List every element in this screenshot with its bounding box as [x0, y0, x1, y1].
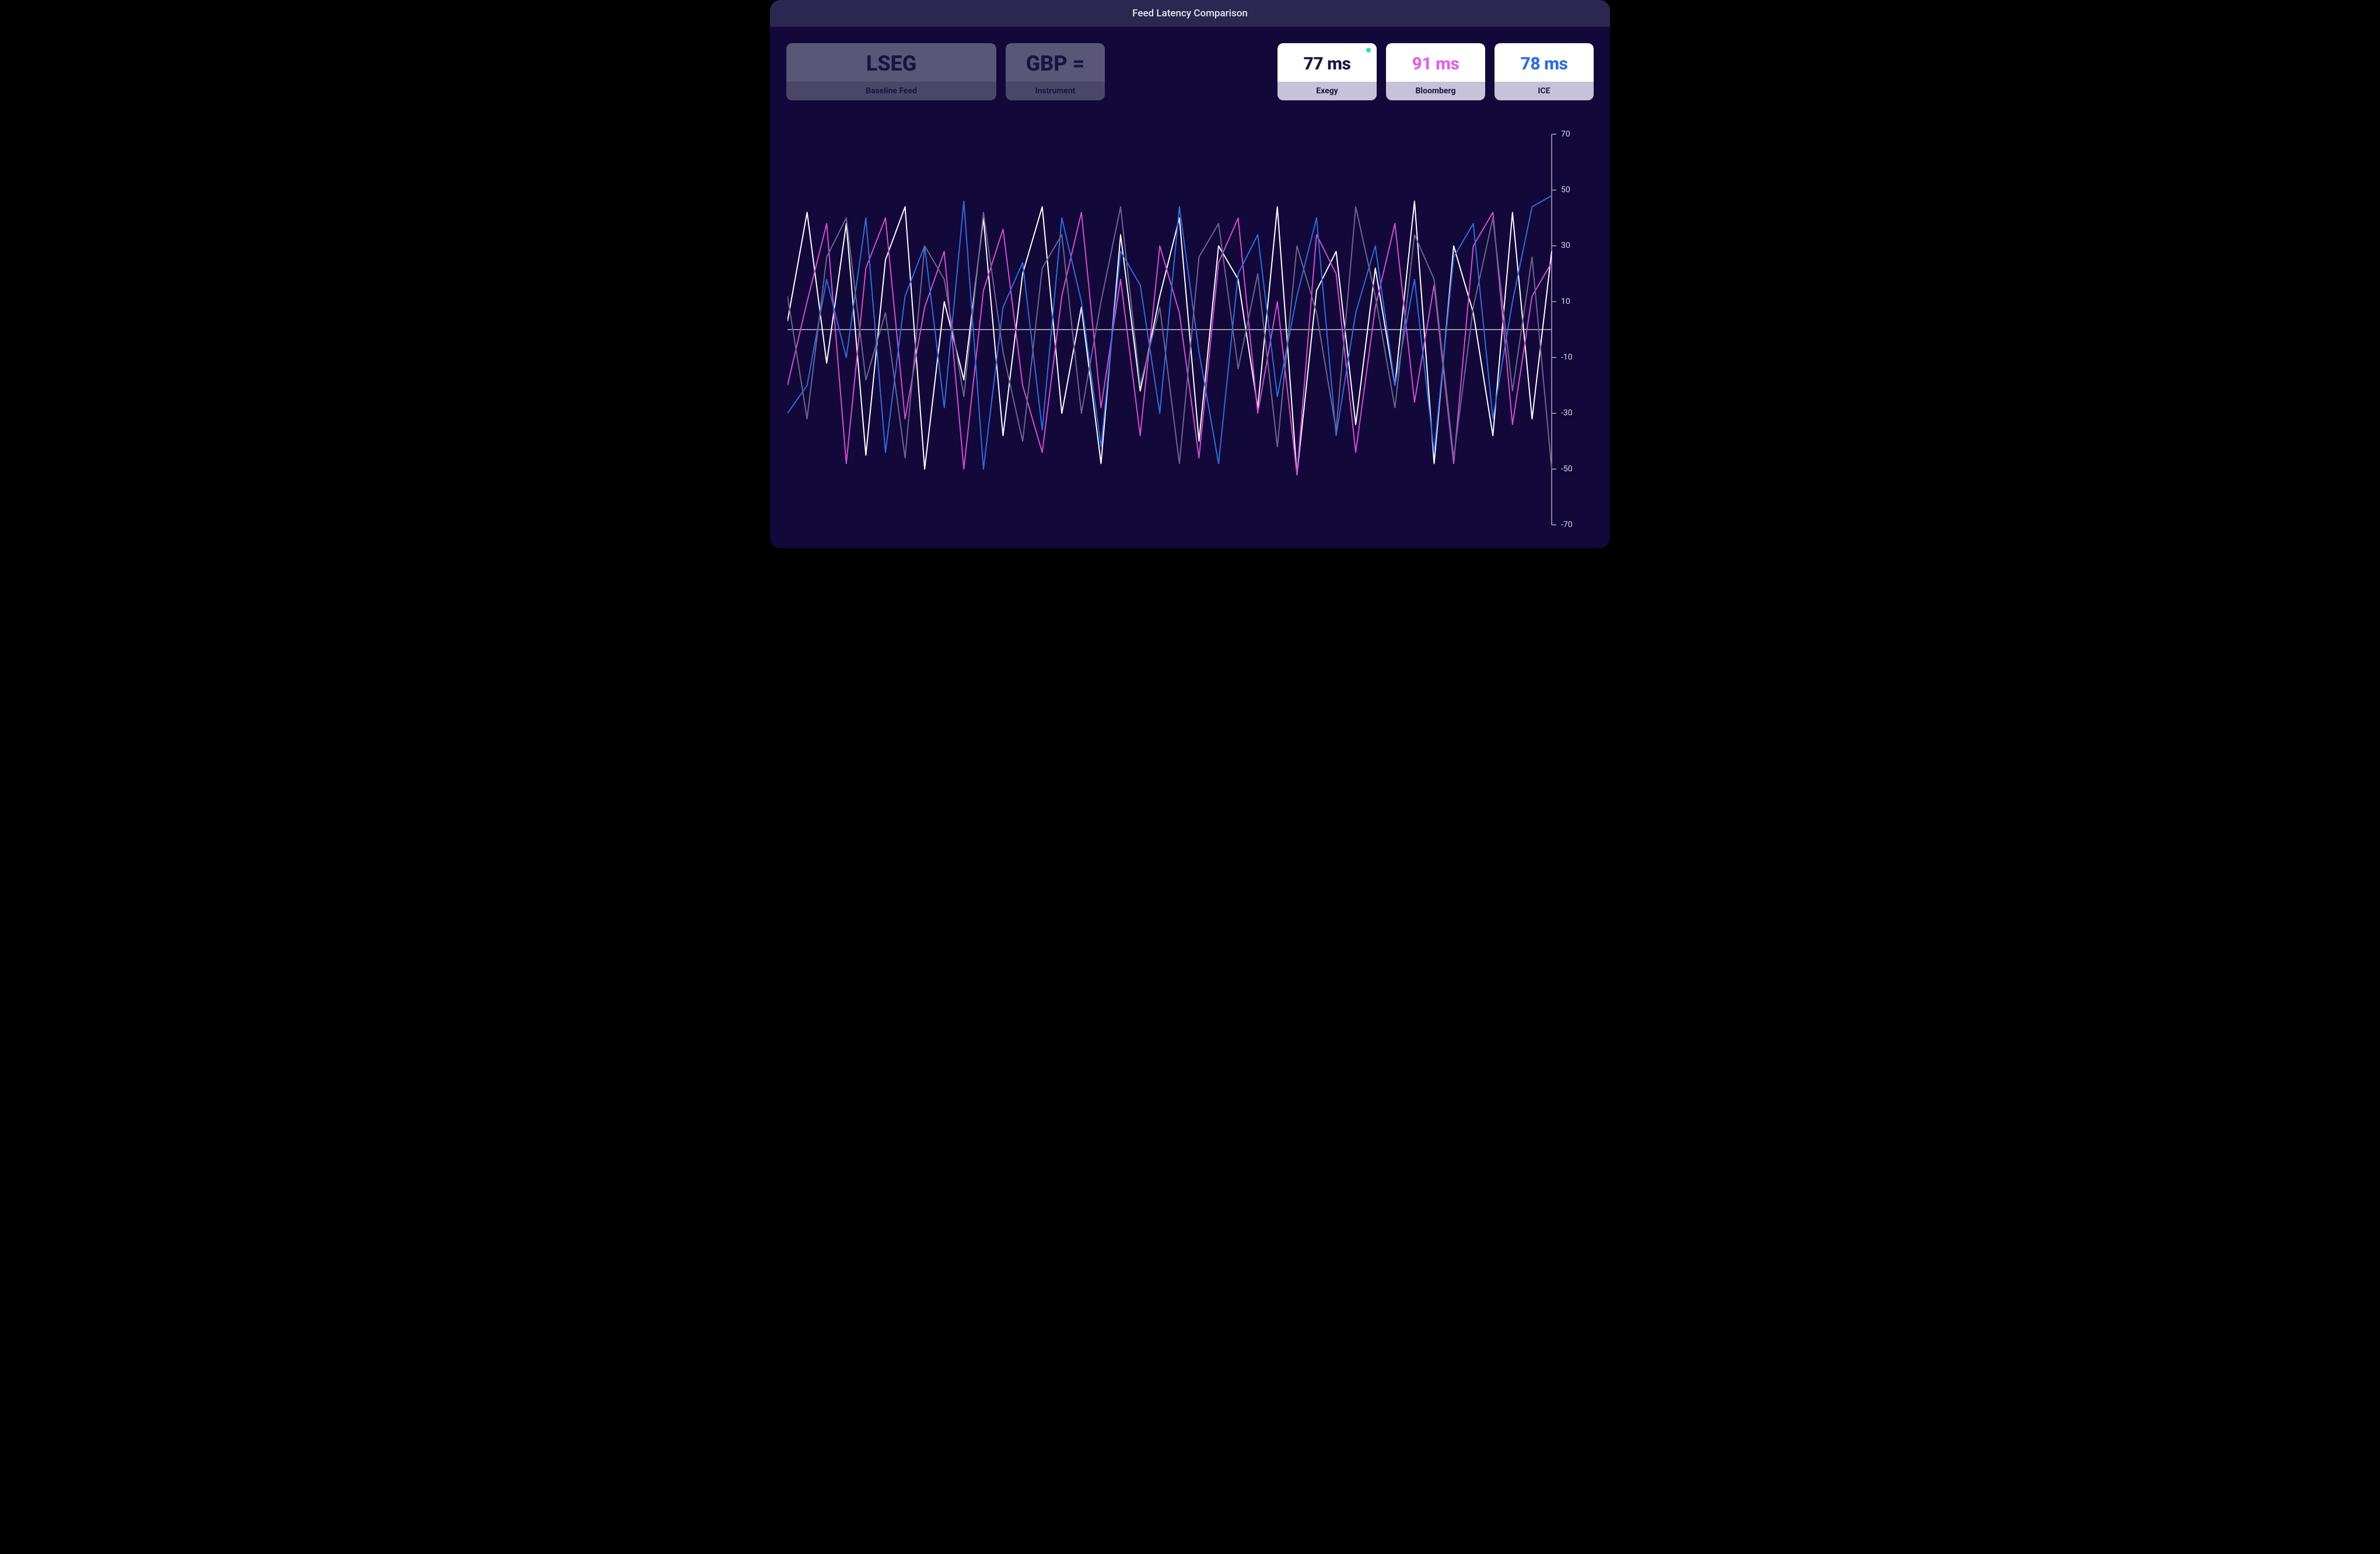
svg-text:10: 10 — [1561, 297, 1570, 306]
feed-name-label: Bloomberg — [1386, 82, 1485, 100]
instrument-value: GBP = — [1006, 43, 1105, 82]
instrument-card[interactable]: GBP = Instrument — [1006, 43, 1105, 100]
feed-latency-value: 77 ms — [1278, 43, 1377, 82]
latency-panel: Feed Latency Comparison LSEG Baseline Fe… — [770, 0, 1610, 548]
panel-title: Feed Latency Comparison — [770, 0, 1610, 27]
baseline-feed-card[interactable]: LSEG Baseline Feed — [786, 43, 996, 100]
svg-text:50: 50 — [1561, 185, 1570, 194]
feed-card-exegy[interactable]: 77 ms Exegy — [1278, 43, 1377, 100]
svg-text:70: 70 — [1561, 130, 1570, 139]
svg-text:-50: -50 — [1561, 464, 1573, 474]
live-indicator-icon — [1366, 48, 1371, 52]
feed-card-ice[interactable]: 78 ms ICE — [1494, 43, 1594, 100]
latency-chart-svg: 70 50 30 10 -10 -30 -50 -70 — [788, 128, 1592, 531]
svg-text:30: 30 — [1561, 241, 1570, 250]
svg-text:-70: -70 — [1561, 520, 1573, 530]
feed-card-bloomberg[interactable]: 91 ms Bloomberg — [1386, 43, 1485, 100]
baseline-feed-value: LSEG — [786, 43, 996, 82]
latency-chart: 70 50 30 10 -10 -30 -50 -70 — [788, 128, 1592, 531]
instrument-label: Instrument — [1006, 82, 1105, 100]
feed-name-label: Exegy — [1278, 82, 1377, 100]
card-row: LSEG Baseline Feed GBP = Instrument 77 m… — [770, 27, 1610, 100]
feed-latency-value: 78 ms — [1494, 43, 1594, 82]
svg-text:-30: -30 — [1561, 408, 1573, 418]
baseline-feed-label: Baseline Feed — [786, 82, 996, 100]
svg-text:-10: -10 — [1561, 352, 1573, 362]
feed-latency-value: 91 ms — [1386, 43, 1485, 82]
feed-name-label: ICE — [1494, 82, 1594, 100]
